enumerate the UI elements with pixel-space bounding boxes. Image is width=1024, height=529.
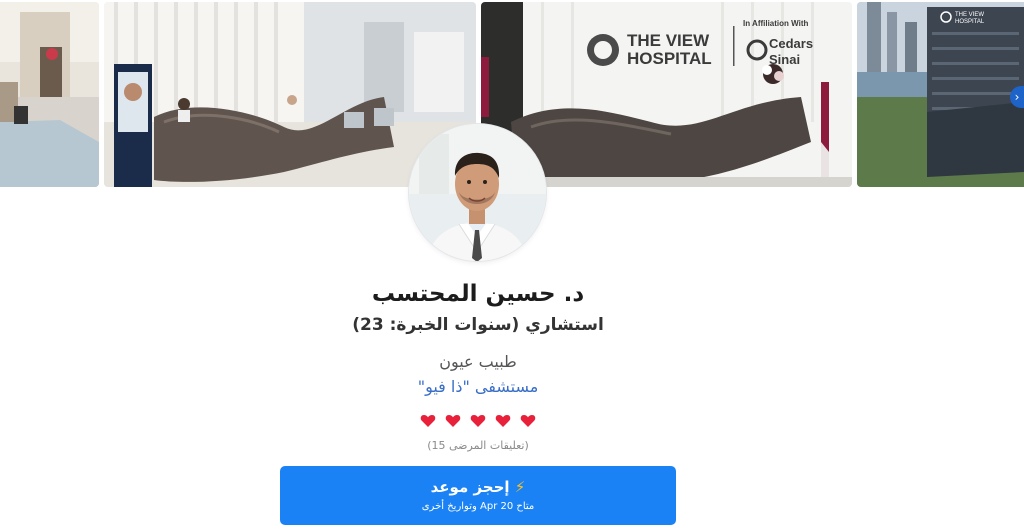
chevron-right-icon: › xyxy=(1014,90,1020,104)
heart-icon xyxy=(520,414,536,427)
lightning-icon: ⚡ xyxy=(514,478,526,496)
doctor-profile-page: THE VIEW HOSPITAL In Affiliation With Ce… xyxy=(0,0,1024,529)
building-exterior-photo[interactable]: THE VIEW HOSPITAL xyxy=(857,2,1024,187)
svg-text:In Affiliation With: In Affiliation With xyxy=(743,19,809,28)
svg-text:THE VIEW: THE VIEW xyxy=(627,31,710,50)
book-button-label: إحجز موعد xyxy=(430,478,510,496)
heart-icon xyxy=(420,414,436,427)
doctor-title: استشاري (سنوات الخبرة: 23) xyxy=(352,315,604,335)
svg-text:HOSPITAL: HOSPITAL xyxy=(955,19,985,25)
book-appointment-button[interactable]: ⚡ إحجز موعد متاح Apr 20 وتواريخ أخرى xyxy=(280,466,676,525)
doctor-avatar xyxy=(409,124,546,261)
doctor-specialty: طبيب عيون xyxy=(439,352,517,371)
rating-hearts xyxy=(0,410,956,429)
svg-text:THE VIEW: THE VIEW xyxy=(955,12,984,18)
heart-icon xyxy=(470,414,486,427)
availability-text: متاح Apr 20 وتواريخ أخرى xyxy=(421,501,535,512)
heart-icon xyxy=(445,414,461,427)
lobby-lounge-photo[interactable] xyxy=(0,2,99,187)
heart-icon xyxy=(495,414,511,427)
doctor-name: د. حسين المحتسب xyxy=(371,281,585,307)
reviews-count[interactable]: (15 تعليقات المرضى) xyxy=(0,439,956,452)
svg-text:HOSPITAL: HOSPITAL xyxy=(627,49,712,68)
hospital-link[interactable]: مستشفى "ذا فيو" xyxy=(0,377,956,396)
svg-text:Cedars: Cedars xyxy=(769,36,813,51)
